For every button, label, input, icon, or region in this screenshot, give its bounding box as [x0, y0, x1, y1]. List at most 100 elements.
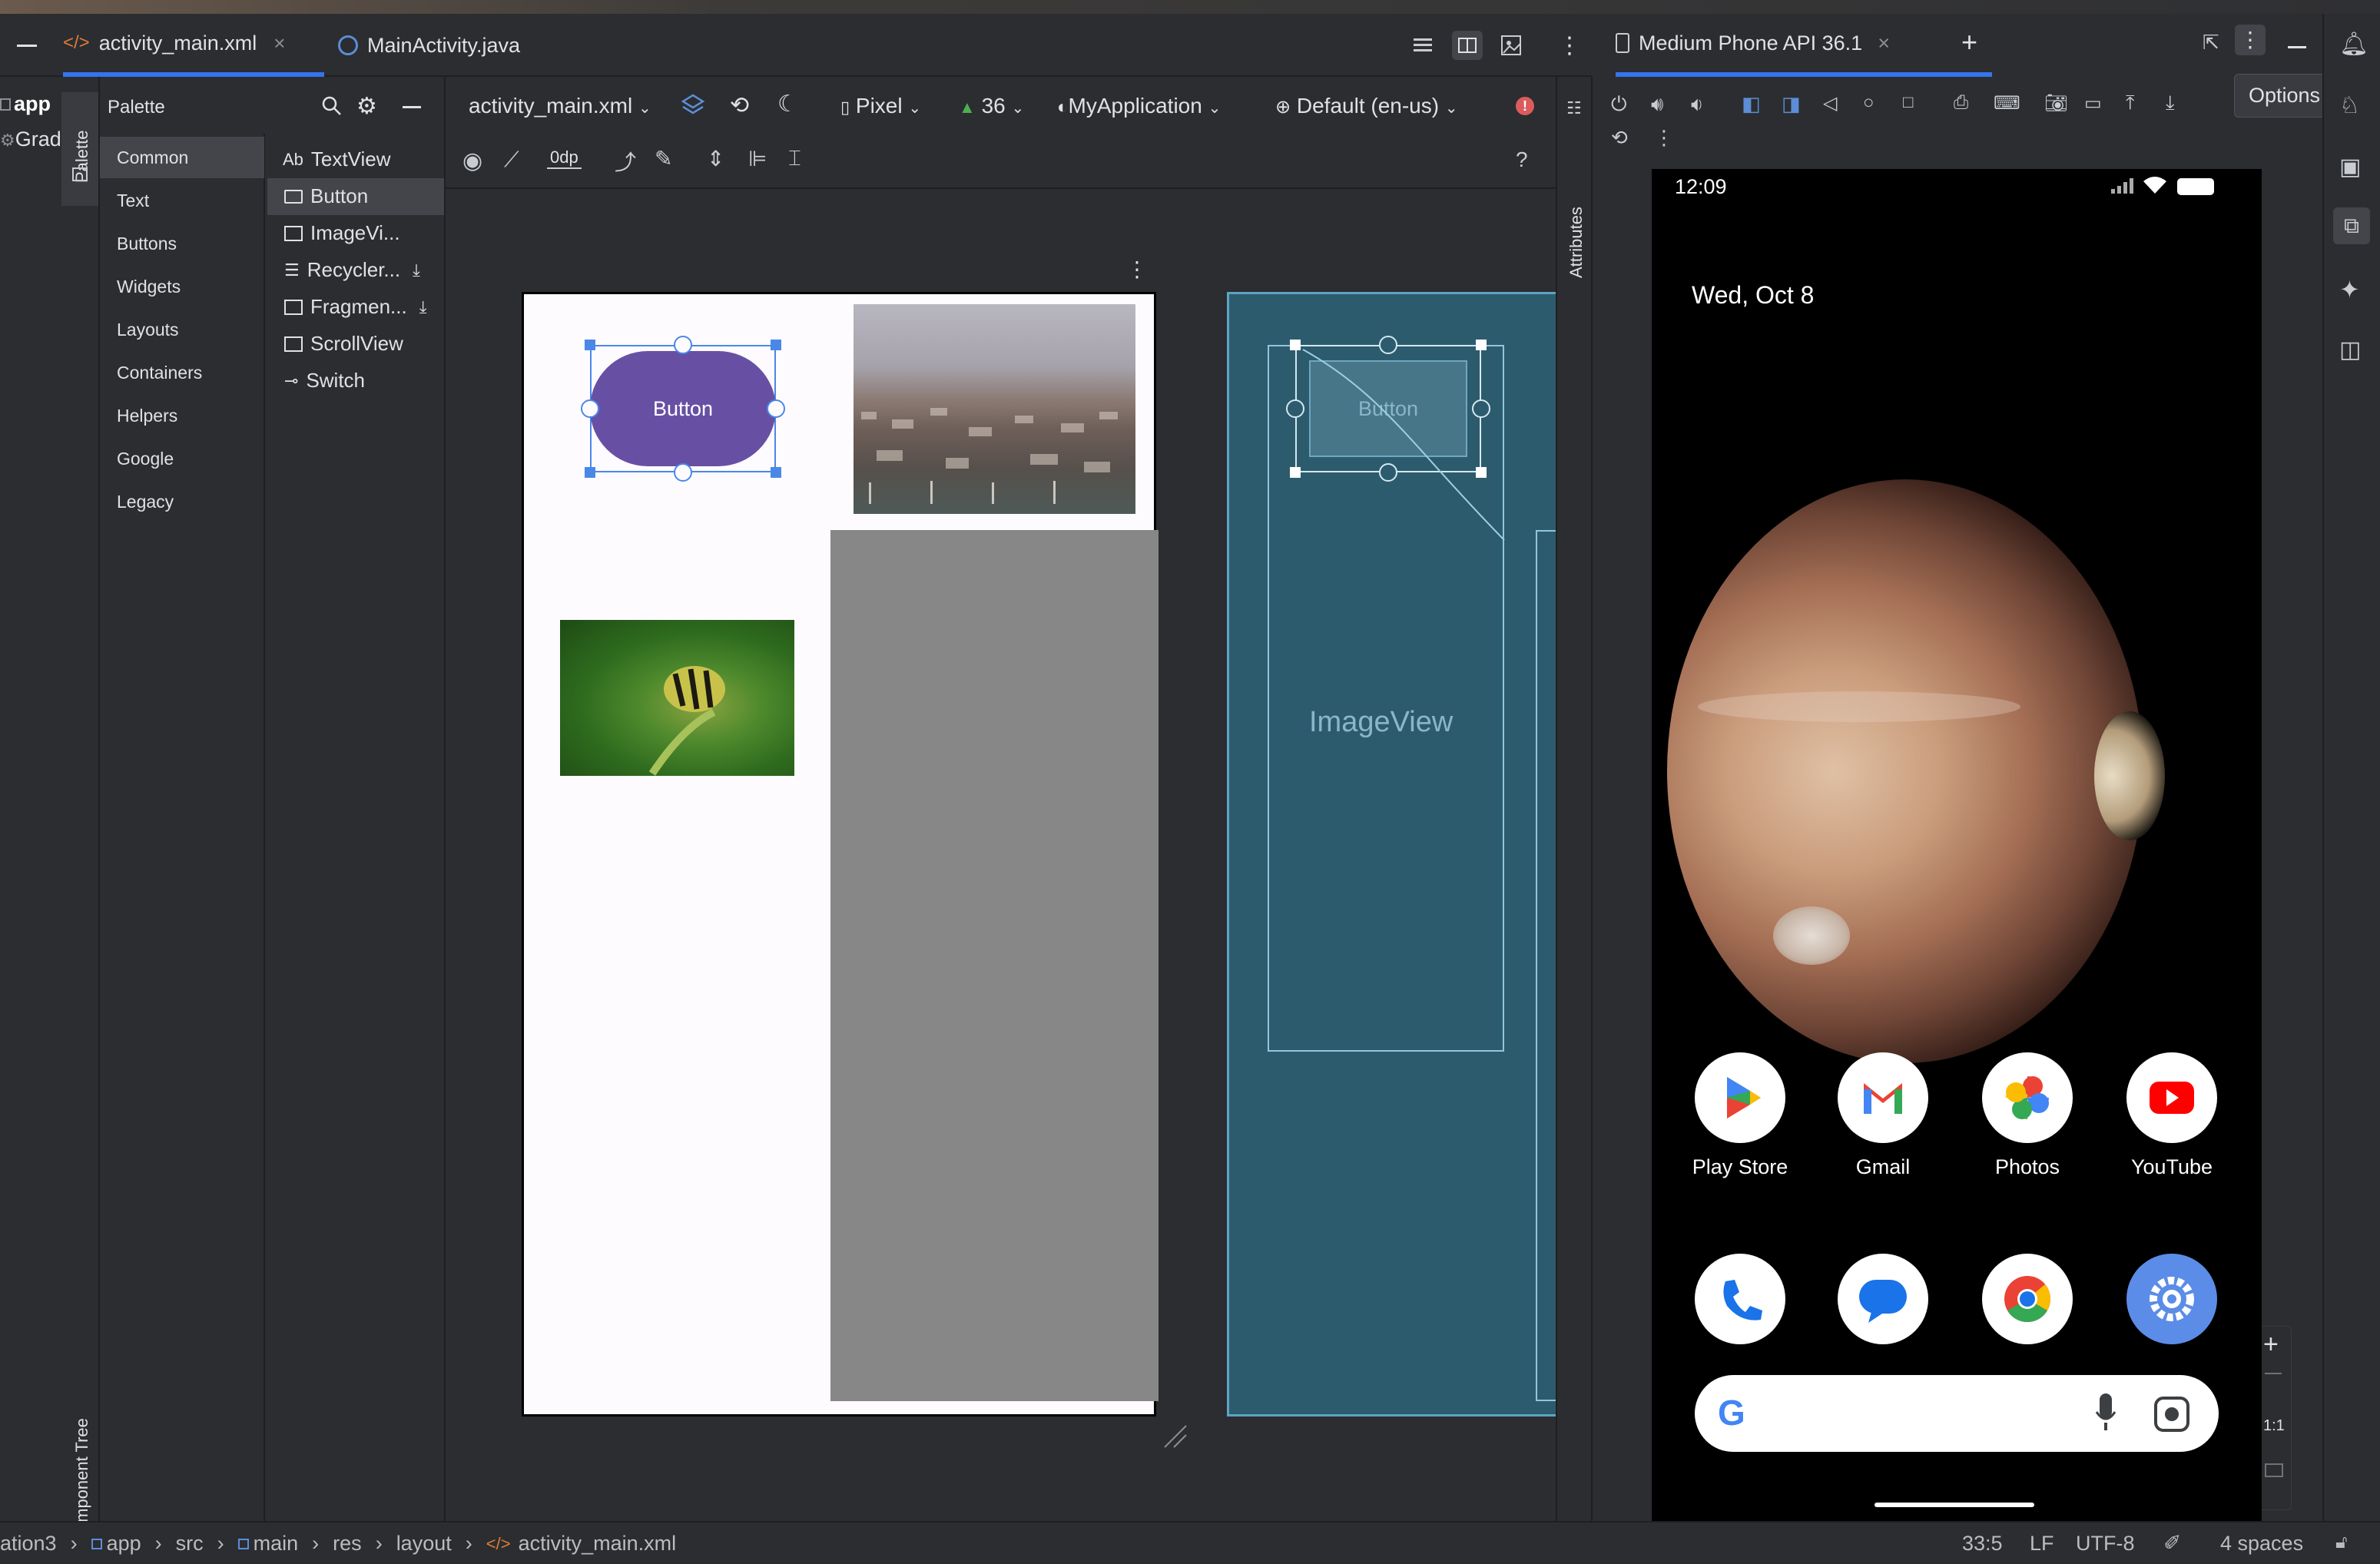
resize-handle[interactable]	[585, 340, 595, 350]
detach-icon[interactable]: ⇱	[2203, 31, 2219, 55]
caterpillar-image[interactable]	[560, 620, 794, 776]
record-icon[interactable]: ▭	[2084, 92, 2102, 114]
phone-date[interactable]: Wed, Oct 8	[1692, 281, 1814, 310]
gradle-tool-icon[interactable]: ♘	[2339, 92, 2360, 119]
download-icon[interactable]: ⤓	[419, 297, 427, 317]
palette-item-textview[interactable]: Ab TextView	[283, 147, 391, 171]
palette-item-button[interactable]: Button	[284, 184, 368, 208]
settings-app[interactable]	[2126, 1254, 2217, 1344]
category-helpers[interactable]: Helpers	[117, 406, 177, 426]
youtube-app[interactable]	[2126, 1052, 2217, 1143]
project-app-label[interactable]: app	[0, 92, 51, 116]
palette-item-recyclerview[interactable]: ☰ Recycler... ⤓	[284, 258, 420, 282]
phone-app[interactable]	[1695, 1254, 1785, 1344]
breadcrumb-item[interactable]: ation3	[0, 1532, 57, 1556]
lens-icon[interactable]	[2153, 1395, 2191, 1433]
resize-handle[interactable]	[1476, 467, 1487, 478]
code-style-icon[interactable]: ✐	[2163, 1530, 2181, 1556]
options-more-icon[interactable]: ⋮	[2235, 25, 2266, 55]
palette-item-switch[interactable]: ⊸ Switch	[284, 369, 365, 393]
reset-icon[interactable]: ⟲	[1611, 126, 1628, 150]
view-options-icon[interactable]: ◉	[462, 147, 482, 174]
help-icon[interactable]: ?	[1516, 147, 1528, 172]
rotate-right-icon[interactable]: ◨	[1782, 92, 1801, 116]
resize-handle[interactable]	[771, 467, 781, 478]
file-encoding[interactable]: UTF-8	[2076, 1532, 2135, 1556]
breadcrumb-item[interactable]: app	[107, 1532, 141, 1556]
home-gesture-bar[interactable]	[1874, 1503, 2034, 1507]
category-widgets[interactable]: Widgets	[117, 277, 181, 297]
download-icon[interactable]: ⤓	[413, 260, 420, 280]
zoom-in-icon[interactable]: +	[2263, 1330, 2279, 1360]
running-devices-icon[interactable]: ⧉	[2333, 207, 2370, 244]
attributes-side-tab-label[interactable]: Attributes	[1566, 207, 1586, 278]
tab-mainactivity-java[interactable]: MainActivity.java	[338, 14, 584, 77]
layout-file-dropdown[interactable]: activity_main.xml ⌄	[469, 94, 651, 118]
night-mode-icon[interactable]: ☾	[777, 91, 798, 118]
minimize-panel-icon[interactable]	[2288, 46, 2306, 48]
chrome-app[interactable]	[1982, 1254, 2073, 1344]
notifications-icon[interactable]: 🔔︎	[2339, 31, 2368, 58]
category-google[interactable]: Google	[117, 449, 174, 469]
error-icon[interactable]: !	[1516, 97, 1534, 115]
constraint-anchor[interactable]	[1379, 336, 1397, 354]
constraint-anchor[interactable]	[674, 336, 692, 354]
autoconnect-icon[interactable]: ⟋	[504, 147, 519, 173]
constraint-anchor[interactable]	[1286, 399, 1304, 418]
palette-item-scrollview[interactable]: ScrollView	[284, 332, 403, 356]
category-common[interactable]: Common	[117, 147, 188, 168]
palette-item-imageview[interactable]: ImageVi...	[284, 221, 400, 245]
category-layouts[interactable]: Layouts	[117, 320, 179, 340]
upload-icon[interactable]: ⤒	[2126, 91, 2135, 115]
back-icon[interactable]: ◁	[1823, 92, 1837, 114]
infer-constraints-icon[interactable]: ✎	[655, 146, 672, 171]
messages-app[interactable]	[1838, 1254, 1928, 1344]
default-margins-field[interactable]: 0dp	[547, 147, 582, 169]
breadcrumb-item[interactable]: src	[176, 1532, 204, 1556]
home-icon[interactable]: ○	[1863, 92, 1874, 114]
zoom-ratio-label[interactable]: 1:1	[2263, 1417, 2285, 1435]
resize-handle[interactable]	[1290, 467, 1301, 478]
line-separator[interactable]: LF	[2030, 1532, 2054, 1556]
locale-dropdown[interactable]: ⊕ Default (en-us) ⌄	[1275, 94, 1458, 118]
category-text[interactable]: Text	[117, 191, 149, 211]
gmail-app[interactable]	[1838, 1052, 1928, 1143]
close-icon[interactable]: ×	[1878, 31, 1890, 55]
constraint-anchor[interactable]	[767, 399, 785, 418]
clear-constraints-icon[interactable]: ⤴	[615, 146, 636, 177]
gemini-icon[interactable]: ✦	[2339, 275, 2360, 304]
fit-screen-icon[interactable]	[2265, 1463, 2283, 1477]
breadcrumb-item[interactable]: layout	[396, 1532, 452, 1556]
pack-icon[interactable]: ⇕	[707, 146, 724, 171]
blueprint-preview[interactable]: Button ImageView	[1227, 292, 1557, 1417]
caret-position[interactable]: 33:5	[1962, 1532, 2003, 1556]
breadcrumb-item[interactable]: activity_main.xml	[519, 1532, 677, 1556]
design-canvas[interactable]: ⋮ Button Button ImageView	[446, 189, 1557, 1521]
indent-setting[interactable]: 4 spaces	[2220, 1532, 2303, 1556]
add-device-icon[interactable]: +	[1961, 26, 1977, 58]
api-dropdown[interactable]: ▲ 36 ⌄	[959, 94, 1024, 118]
orientation-icon[interactable]: ⟲	[730, 92, 749, 119]
google-search-bar[interactable]: G	[1695, 1375, 2219, 1452]
resize-handle[interactable]	[1290, 340, 1301, 350]
preview-button[interactable]: Button	[590, 351, 776, 466]
download-icon[interactable]: ⤓	[2166, 91, 2175, 115]
device-dropdown[interactable]: ▯ Pixel ⌄	[840, 94, 921, 118]
constraint-anchor[interactable]	[581, 399, 599, 418]
design-surface-icon[interactable]	[680, 92, 706, 118]
constraint-anchor[interactable]	[1472, 399, 1490, 418]
blueprint-gray-imageview[interactable]	[1536, 530, 1557, 1401]
mic-icon[interactable]	[2094, 1392, 2117, 1433]
attributes-icon[interactable]: ☷	[1566, 98, 1582, 118]
lock-icon[interactable]: 🔓︎	[2335, 1532, 2348, 1553]
emulator-screen[interactable]: 12:09 Wed, Oct 8 Play Store Gmail Photos…	[1652, 169, 2262, 1521]
volume-up-icon[interactable]: 🔊︎	[1651, 92, 1663, 117]
power-icon[interactable]: ⏻	[1611, 92, 1627, 117]
more-icon[interactable]: ⋮	[1558, 32, 1581, 59]
play-store-app[interactable]	[1695, 1052, 1785, 1143]
code-view-icon[interactable]	[1414, 37, 1432, 54]
theme-dropdown[interactable]: ◐MyApplication ⌄	[1057, 94, 1221, 118]
tab-activity-main-xml[interactable]: </> activity_main.xml ×	[63, 14, 324, 77]
design-preview[interactable]: Button	[522, 292, 1159, 1417]
category-buttons[interactable]: Buttons	[117, 234, 177, 254]
